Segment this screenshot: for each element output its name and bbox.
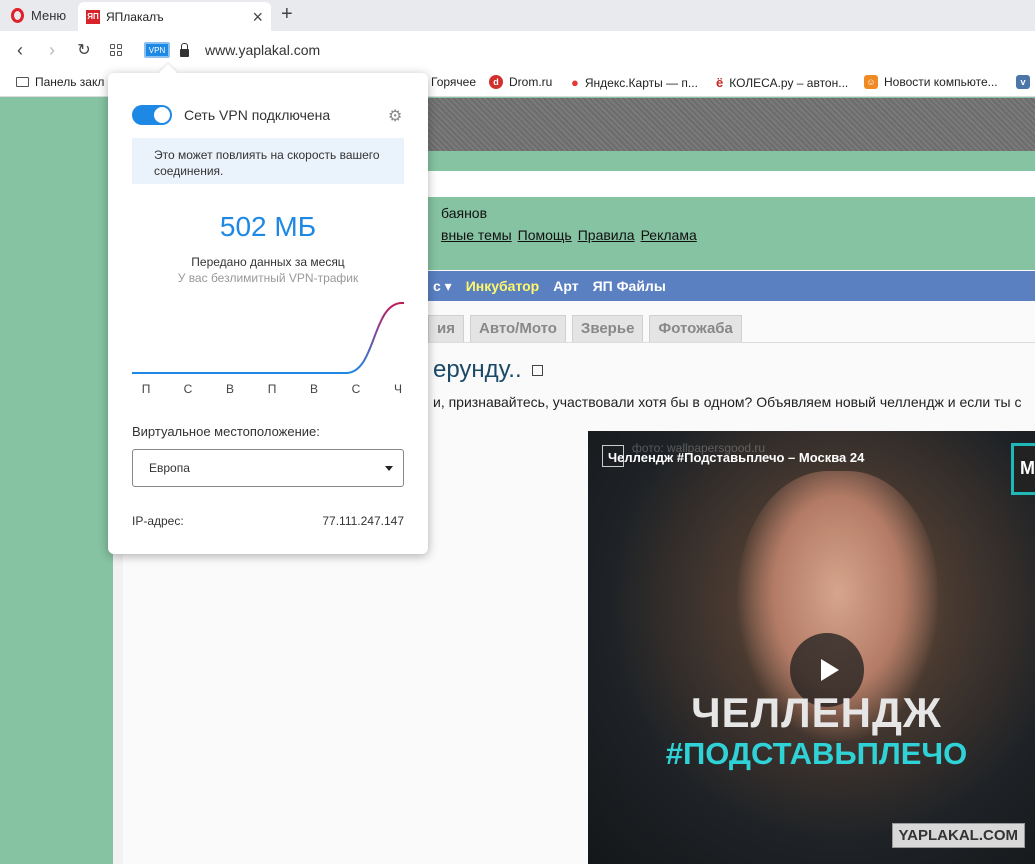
menu-label: Меню xyxy=(31,8,67,23)
opera-menu-button[interactable]: Меню xyxy=(0,0,77,31)
folder-icon xyxy=(16,77,29,87)
video-caption-2: #ПОДСТАВЬПЛЕЧО xyxy=(665,736,968,771)
vpn-status: Сеть VPN подключена xyxy=(184,107,331,123)
cat-icon: ☺ xyxy=(864,75,878,89)
bookmark-label: Панель закл xyxy=(35,75,105,89)
vpn-data-amount: 502 МБ xyxy=(219,211,317,242)
location-select[interactable]: Европа xyxy=(132,449,404,487)
header-link[interactable]: вные темы xyxy=(441,227,512,243)
video-player[interactable]: фото: wallpapersgood.ru Челлендж #Подста… xyxy=(588,431,1035,864)
reload-icon[interactable]: ↻ xyxy=(68,40,100,60)
forward-icon[interactable]: › xyxy=(36,40,68,61)
vpn-popup: Сеть VPN подключена ⚙ Это может повлиять… xyxy=(108,73,428,554)
drom-icon: d xyxy=(489,75,503,89)
bookmark-drom[interactable]: d Drom.ru xyxy=(489,75,552,89)
address-bar[interactable]: www.yaplakal.com xyxy=(205,42,320,58)
bookmark-vk[interactable]: v xyxy=(1016,75,1030,89)
lock-icon[interactable] xyxy=(180,43,189,57)
open-external-icon[interactable] xyxy=(531,364,543,376)
usage-line xyxy=(132,302,404,374)
nav-item-dropdown[interactable]: с ▾ xyxy=(433,278,452,295)
bookmark-label: Горячее xyxy=(431,75,477,89)
address-toolbar: ‹ › ↻ VPN www.yaplakal.com xyxy=(0,31,1035,69)
location-label: Виртуальное местоположение: xyxy=(132,424,320,439)
location-value: Европа xyxy=(149,461,190,475)
chevron-down-icon xyxy=(385,465,393,471)
channel-logo: M2 xyxy=(1011,443,1035,495)
ip-row: IP-адрес: 77.111.247.147 xyxy=(132,514,404,528)
bookmark-label: Новости компьюте... xyxy=(884,75,998,89)
day-tick-label: В xyxy=(310,382,318,396)
nav-item-files[interactable]: ЯП Файлы xyxy=(593,278,666,294)
bookmark-panel[interactable]: Панель закл xyxy=(16,75,104,89)
vpn-toggle-row: Сеть VPN подключена xyxy=(132,105,330,125)
bookmark-kolesa[interactable]: ё КОЛЕСА.ру – автон... xyxy=(716,75,848,90)
vpn-badge-button[interactable]: VPN xyxy=(144,42,170,58)
gear-icon[interactable]: ⚙ xyxy=(388,106,402,126)
tab-animals[interactable]: Зверье xyxy=(571,315,644,342)
ip-label: IP-адрес: xyxy=(132,514,184,528)
header-links: вные темы Помощь Правила Реклама xyxy=(441,227,1035,243)
bookmark-label: Яндекс.Карты — п... xyxy=(584,75,698,90)
rules-link[interactable]: Правила xyxy=(578,227,635,243)
opera-logo-icon xyxy=(11,8,24,23)
map-pin-icon: ● xyxy=(571,75,579,90)
kolesa-icon: ё xyxy=(716,75,724,90)
post-text: и, признавайтесь, участвовали хотя бы в … xyxy=(433,394,1022,410)
speed-dial-icon[interactable] xyxy=(110,44,122,56)
nav-item-art[interactable]: Арт xyxy=(553,278,578,294)
bookmark-label: Drom.ru xyxy=(509,75,553,89)
day-tick-label: Ч xyxy=(394,382,402,396)
day-tick-label: В xyxy=(226,382,234,396)
vpn-toggle[interactable] xyxy=(132,105,172,125)
site-watermark: YAPLAKAL.COM xyxy=(891,823,1025,848)
bookmark-hot[interactable]: Горячее xyxy=(431,75,476,89)
bookmark-news[interactable]: ☺ Новости компьюте... xyxy=(864,75,998,89)
video-caption-1: ЧЕЛЛЕНДЖ xyxy=(691,689,942,736)
nav-item-incubator[interactable]: Инкубатор xyxy=(466,278,540,294)
vpn-speed-note: Это может повлиять на скорость вашего со… xyxy=(132,138,404,184)
video-title[interactable]: Челлендж #Подставьплечо – Москва 24 xyxy=(608,450,864,465)
tab-strip: Меню ЯП ЯПлакалъ × + xyxy=(0,0,1035,31)
day-tick-label: П xyxy=(268,382,277,396)
site-favicon-icon: ЯП xyxy=(86,9,100,24)
back-icon[interactable]: ‹ xyxy=(4,40,36,61)
help-link[interactable]: Помощь xyxy=(518,227,572,243)
bookmark-label: КОЛЕСА.ру – автон... xyxy=(729,75,849,90)
post-title-text[interactable]: ерунду.. xyxy=(433,356,522,384)
new-tab-icon[interactable]: + xyxy=(281,3,293,26)
ip-value: 77.111.247.147 xyxy=(322,514,404,528)
day-tick-label: С xyxy=(352,382,361,396)
tab-photoshop[interactable]: Фотожаба xyxy=(649,315,742,342)
bookmark-yandex-maps[interactable]: ● Яндекс.Карты — п... xyxy=(571,75,698,90)
day-tick-label: П xyxy=(142,382,151,396)
vpn-unlimited-label: У вас безлимитный VPN-трафик xyxy=(177,271,359,285)
vpn-usage-chart: ПСВПВСЧ xyxy=(132,302,404,396)
vpn-data-label: Передано данных за месяц xyxy=(191,255,345,269)
close-tab-icon[interactable]: × xyxy=(252,8,263,26)
tab-yaplakal[interactable]: ЯП ЯПлакалъ × xyxy=(78,2,271,31)
day-tick-label: С xyxy=(184,382,193,396)
tab-auto-moto[interactable]: Авто/Мото xyxy=(469,315,566,342)
header-text: баянов xyxy=(441,205,488,221)
vk-icon: v xyxy=(1016,75,1030,89)
post-title: ерунду.. xyxy=(433,356,543,384)
ads-link[interactable]: Реклама xyxy=(641,227,697,243)
tab-category[interactable]: ия xyxy=(428,315,464,342)
tab-title: ЯПлакалъ xyxy=(106,9,164,24)
